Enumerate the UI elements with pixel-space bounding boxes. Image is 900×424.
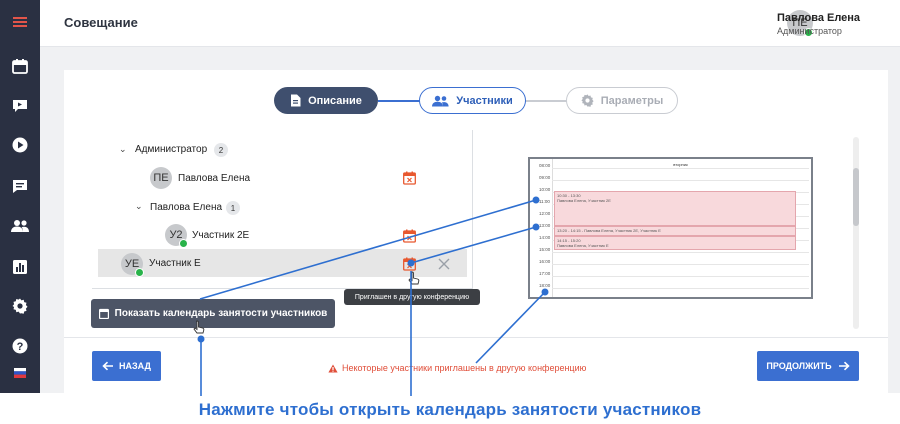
back-label: НАЗАД xyxy=(119,361,151,371)
group-label[interactable]: Павлова Елена xyxy=(150,202,222,213)
count-badge: 1 xyxy=(226,201,240,215)
participant-name[interactable]: Участник Е xyxy=(149,258,201,269)
calendar-time-label: 13:00 xyxy=(539,223,551,228)
cursor-pointer-icon xyxy=(408,271,420,285)
annotation-caption: Нажмите чтобы открыть календарь занятост… xyxy=(198,400,702,419)
calendar-time-label: 11:00 xyxy=(539,199,550,204)
arrow-left-icon xyxy=(102,361,114,371)
warning-icon xyxy=(328,364,338,372)
calendar-time-label: 09:00 xyxy=(539,175,551,180)
event-text: Павлова Елена, Участник 2Е xyxy=(557,198,611,203)
gear-icon xyxy=(581,94,594,107)
back-button[interactable]: НАЗАД xyxy=(92,351,161,381)
calendar-hour-line xyxy=(552,264,809,265)
calendar-event: 10:30 - 13:30 Павлова Елена, Участник 2Е xyxy=(554,191,796,226)
calendar-time-label: 08:00 xyxy=(539,163,551,168)
calendar-event: 13:20 - 14:15 - Павлова Елена, Участник … xyxy=(554,226,796,236)
avatar-initials: ПЕ xyxy=(153,172,169,184)
step-label: Участники xyxy=(456,94,513,107)
event-text: 13:20 - 14:15 - Павлова Елена, Участник … xyxy=(557,228,661,233)
busy-calendar-icon[interactable] xyxy=(403,257,416,271)
step-parameters[interactable]: Параметры xyxy=(566,87,678,114)
calendar-hour-line xyxy=(552,252,809,253)
menu-icon[interactable] xyxy=(0,7,40,37)
scrollbar-track[interactable] xyxy=(853,137,859,329)
scrollbar-thumb[interactable] xyxy=(853,168,859,226)
conflict-warning: Некоторые участники приглашены в другую … xyxy=(328,363,586,373)
user-role: Администратор xyxy=(777,26,842,36)
step-connector xyxy=(378,100,420,102)
document-icon xyxy=(291,94,301,107)
event-participants: Павлова Елена, Участник 2Е, Участник Е xyxy=(584,228,661,233)
calendar-icon[interactable] xyxy=(0,51,40,81)
participant-name[interactable]: Участник 2Е xyxy=(192,230,249,241)
chart-icon[interactable] xyxy=(0,252,40,282)
step-connector xyxy=(525,100,567,102)
chevron-down-icon[interactable]: ⌄ xyxy=(119,144,127,155)
calendar-icon xyxy=(98,308,109,319)
calendar-time-label: 15:00 xyxy=(539,247,551,252)
continue-label: ПРОДОЛЖИТЬ xyxy=(766,361,832,371)
participant-avatar: ПЕ xyxy=(150,167,172,189)
chat-icon[interactable] xyxy=(0,171,40,201)
event-time: 13:20 - 14:15 xyxy=(557,228,581,233)
busy-calendar-icon[interactable] xyxy=(403,171,416,185)
step-description[interactable]: Описание xyxy=(274,87,378,114)
calendar-hour-line xyxy=(552,180,809,181)
language-flag-icon[interactable] xyxy=(0,358,40,388)
chevron-down-icon[interactable]: ⌄ xyxy=(135,201,143,212)
cursor-pointer-icon xyxy=(193,320,205,334)
calendar-time-label: 17:00 xyxy=(539,271,551,276)
calendar-hour-line xyxy=(552,276,809,277)
show-calendar-label: Показать календарь занятости участников xyxy=(114,308,328,319)
continue-button[interactable]: ПРОДОЛЖИТЬ xyxy=(757,351,859,381)
arrow-right-icon xyxy=(838,361,850,371)
calendar-time-label: 18:00 xyxy=(539,283,551,288)
step-participants[interactable]: Участники xyxy=(419,87,526,114)
calendar-time-label: 12:00 xyxy=(539,211,551,216)
users-icon xyxy=(432,95,449,106)
top-bar: Совещание xyxy=(40,0,900,47)
calendar-hour-line xyxy=(552,288,809,289)
step-label: Параметры xyxy=(600,94,664,107)
busy-calendar-icon[interactable] xyxy=(403,229,416,243)
page-title: Совещание xyxy=(64,15,138,30)
video-icon[interactable] xyxy=(0,90,40,120)
calendar-preview: вторник 08:00 09:00 10:00 11:00 12:00 13… xyxy=(528,157,813,299)
calendar-time-label: 16:00 xyxy=(539,259,551,264)
show-calendar-button[interactable]: Показать календарь занятости участников xyxy=(91,299,335,328)
calendar-day-label: вторник xyxy=(673,162,688,167)
event-text: Павлова Елена, Участник Е xyxy=(557,243,609,248)
users-icon[interactable] xyxy=(0,211,40,241)
footer-divider xyxy=(64,337,888,338)
svg-text:?: ? xyxy=(17,341,24,353)
tooltip: Приглашен в другую конференцию xyxy=(344,289,480,305)
calendar-event: 14:15 - 15:20 Павлова Елена, Участник Е xyxy=(554,236,796,250)
sidebar: ? xyxy=(0,0,40,393)
calendar-time-label: 14:00 xyxy=(539,235,551,240)
count-badge: 2 xyxy=(214,143,228,157)
calendar-time-label: 10:00 xyxy=(539,187,551,192)
gear-icon[interactable] xyxy=(0,291,40,321)
participant-name[interactable]: Павлова Елена xyxy=(178,173,250,184)
online-status-dot xyxy=(179,239,188,248)
calendar-hour-line xyxy=(552,168,809,169)
user-name[interactable]: Павлова Елена xyxy=(777,12,860,24)
warning-text: Некоторые участники приглашены в другую … xyxy=(342,363,587,373)
close-icon[interactable] xyxy=(438,258,450,270)
help-icon[interactable]: ? xyxy=(0,331,40,361)
step-label: Описание xyxy=(308,94,362,107)
group-label[interactable]: Администратор xyxy=(135,144,207,155)
play-icon[interactable] xyxy=(0,130,40,160)
online-status-dot xyxy=(135,268,144,277)
